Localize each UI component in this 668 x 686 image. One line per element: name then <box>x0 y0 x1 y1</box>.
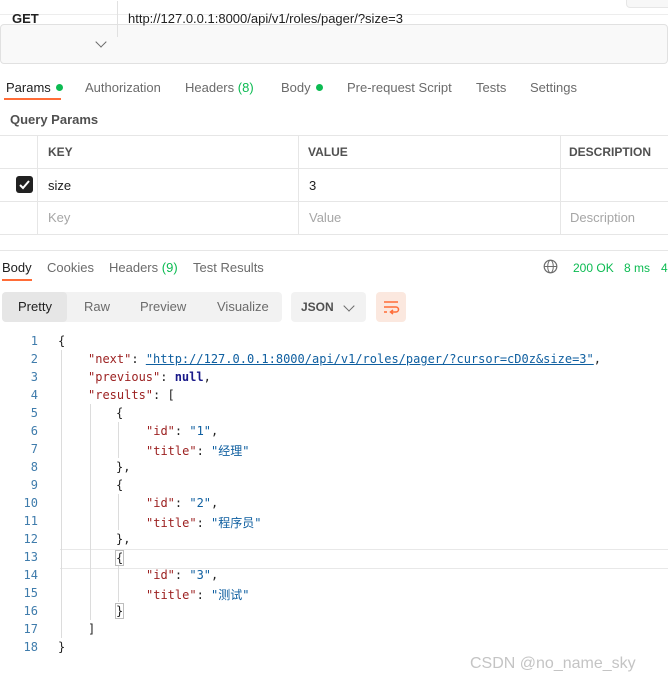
checkbox-checked-icon[interactable] <box>16 176 33 193</box>
code-line: "previous": null, <box>88 370 211 384</box>
tab-body[interactable]: Body <box>281 80 323 95</box>
code-line: } <box>58 640 66 654</box>
line-number: 18 <box>23 640 38 654</box>
column-header-description: DESCRIPTION <box>569 145 652 159</box>
tab-pre-request-script[interactable]: Pre-request Script <box>347 80 452 95</box>
active-tab-indicator <box>4 98 61 100</box>
line-number: 3 <box>30 370 38 384</box>
line-number: 17 <box>23 622 38 636</box>
code-line: "title": "经理" <box>146 444 250 458</box>
view-mode-pretty[interactable]: Pretty <box>18 299 52 314</box>
query-params-title: Query Params <box>10 112 99 127</box>
table-col-divider <box>298 135 299 235</box>
column-header-value: VALUE <box>308 145 348 159</box>
current-line-highlight <box>60 549 668 569</box>
line-number: 2 <box>30 352 38 366</box>
response-divider <box>0 250 668 251</box>
code-line: }, <box>116 460 131 474</box>
response-tab-headers[interactable]: Headers (9) <box>109 260 178 275</box>
response-tab-test-results[interactable]: Test Results <box>193 260 264 275</box>
table-col-divider <box>560 135 561 235</box>
table-col-divider <box>37 135 38 235</box>
indent-guide <box>61 350 62 638</box>
indent-guide <box>90 404 91 620</box>
code-line: "next": "http://127.0.0.1:8000/api/v1/ro… <box>88 352 601 366</box>
tab-authorization[interactable]: Authorization <box>85 80 161 95</box>
status-code[interactable]: 200 OK <box>573 261 614 275</box>
column-header-key: KEY <box>48 145 73 159</box>
url-input[interactable]: http://127.0.0.1:8000/api/v1/roles/pager… <box>128 11 403 26</box>
text-cursor <box>123 550 125 564</box>
param-key-cell[interactable]: size <box>48 178 71 193</box>
code-line: } <box>114 603 125 619</box>
active-tab-indicator <box>2 279 32 281</box>
format-label: JSON <box>301 300 334 314</box>
line-number: 13 <box>23 550 38 564</box>
code-line: "id": "3", <box>146 568 219 582</box>
line-number: 14 <box>23 568 38 582</box>
line-number: 7 <box>30 442 38 456</box>
tab-headers[interactable]: Headers (8) <box>185 80 254 95</box>
code-line: "title": "程序员" <box>146 516 262 530</box>
line-number: 10 <box>23 496 38 510</box>
status-dot <box>315 84 323 91</box>
response-tab-body[interactable]: Body <box>2 260 32 275</box>
line-number: 1 <box>30 334 38 348</box>
line-number: 16 <box>23 604 38 618</box>
line-number: 5 <box>30 406 38 420</box>
table-border-top <box>0 135 668 136</box>
table-row-divider <box>0 168 668 169</box>
line-number: 11 <box>23 514 38 528</box>
table-border-bottom <box>0 234 668 235</box>
indent-guide <box>118 494 119 530</box>
code-line: { <box>114 550 125 566</box>
indent-guide <box>118 566 119 602</box>
table-row-divider <box>0 201 668 202</box>
tab-tests[interactable]: Tests <box>476 80 506 95</box>
line-number: 8 <box>30 460 38 474</box>
line-number: 15 <box>23 586 38 600</box>
line-number: 6 <box>30 424 38 438</box>
code-line: { <box>58 334 66 348</box>
indent-guide <box>118 422 119 458</box>
code-line: { <box>116 406 124 420</box>
line-number: 12 <box>23 532 38 546</box>
globe-icon[interactable] <box>543 259 558 274</box>
watermark: CSDN @no_name_sky <box>470 655 636 672</box>
param-value-cell[interactable]: 3 <box>309 178 316 193</box>
response-time[interactable]: 8 ms <box>624 261 650 275</box>
response-tab-cookies[interactable]: Cookies <box>47 260 94 275</box>
line-number: 9 <box>30 478 38 492</box>
view-mode-preview[interactable]: Preview <box>140 299 186 314</box>
description-input[interactable]: Description <box>570 210 635 225</box>
next-url-link[interactable]: "http://127.0.0.1:8000/api/v1/roles/page… <box>146 352 594 366</box>
view-mode-visualize[interactable]: Visualize <box>217 299 269 314</box>
matched-bracket: { <box>114 550 125 566</box>
key-input[interactable]: Key <box>48 210 70 225</box>
code-line: ] <box>88 622 96 636</box>
wrap-lines-button[interactable] <box>376 292 406 322</box>
matched-bracket: } <box>114 603 125 619</box>
code-line: "id": "1", <box>146 424 219 438</box>
wrap-lines-icon <box>384 301 400 315</box>
code-line: { <box>116 478 124 492</box>
top-toolbar-button[interactable] <box>626 0 668 8</box>
value-input[interactable]: Value <box>309 210 341 225</box>
response-size[interactable]: 4 <box>661 261 668 275</box>
view-mode-raw[interactable]: Raw <box>84 299 110 314</box>
code-line: }, <box>116 532 131 546</box>
tab-settings[interactable]: Settings <box>530 80 577 95</box>
line-number: 4 <box>30 388 38 402</box>
code-line: "title": "测试" <box>146 588 250 602</box>
status-dot <box>55 84 63 91</box>
tab-params[interactable]: Params <box>6 80 63 95</box>
code-line: "id": "2", <box>146 496 219 510</box>
method-label: GET <box>12 11 39 26</box>
code-line: "results": [ <box>88 388 175 402</box>
